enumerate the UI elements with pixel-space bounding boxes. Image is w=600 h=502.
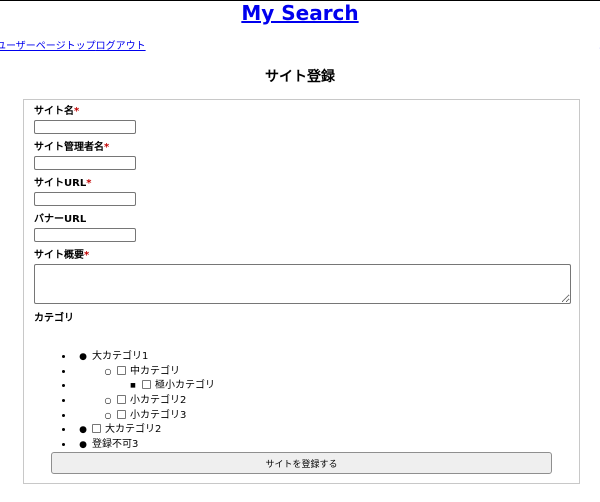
- site-title: My Search: [0, 0, 600, 26]
- site-admin-field: サイト管理者名*: [34, 142, 136, 170]
- banner-url-field: バナーURL: [34, 214, 136, 242]
- required-mark: *: [84, 250, 90, 261]
- required-mark: *: [86, 178, 92, 189]
- site-url-field: サイトURL*: [34, 178, 136, 206]
- site-title-link[interactable]: My Search: [241, 1, 358, 25]
- bullet-circle-icon: ○: [104, 366, 112, 376]
- user-top-link[interactable]: ユーザーページトップ: [0, 41, 96, 52]
- site-register-form: サイト名* サイト管理者名* サイトURL* バナーURL サイト概要* カテゴ…: [23, 99, 580, 484]
- category-tree: ●大カテゴリ1 ○中カテゴリ ■極小カテゴリ ○小カテゴリ2 ○小カテゴリ3 ●…: [34, 350, 215, 453]
- bullet-disc-icon: ●: [79, 352, 87, 362]
- bullet-disc-icon: ●: [79, 440, 87, 451]
- banner-url-input[interactable]: [34, 228, 136, 242]
- category-item: ■極小カテゴリ: [74, 379, 215, 394]
- category-checkbox[interactable]: [117, 365, 126, 375]
- banner-url-label: バナーURL: [34, 214, 87, 225]
- category-item: ○小カテゴリ2: [74, 394, 215, 409]
- category-label: カテゴリ: [34, 313, 74, 324]
- site-url-input[interactable]: [34, 192, 136, 206]
- site-admin-input[interactable]: [34, 156, 136, 170]
- required-mark: *: [104, 142, 110, 153]
- category-item: ○小カテゴリ3: [74, 409, 215, 424]
- required-mark: *: [74, 106, 80, 117]
- register-site-button[interactable]: サイトを登録する: [51, 452, 552, 474]
- category-item: ○中カテゴリ: [74, 365, 215, 380]
- site-name-field: サイト名*: [34, 106, 136, 134]
- category-item: ●大カテゴリ2: [74, 423, 215, 438]
- site-name-label: サイト名*: [34, 106, 80, 117]
- site-url-label: サイトURL*: [34, 178, 92, 189]
- site-summary-label: サイト概要*: [34, 250, 90, 261]
- category-checkbox[interactable]: [117, 395, 126, 405]
- category-checkbox[interactable]: [142, 380, 151, 390]
- nav-links: ユーザーページトップログアウト: [0, 41, 146, 53]
- site-name-input[interactable]: [34, 120, 136, 134]
- category-item: ●大カテゴリ1: [74, 350, 215, 365]
- category-checkbox[interactable]: [92, 424, 101, 434]
- bullet-circle-icon: ○: [104, 410, 112, 420]
- bullet-disc-icon: ●: [79, 425, 87, 436]
- bullet-square-icon: ■: [130, 382, 136, 390]
- bullet-circle-icon: ○: [104, 396, 112, 406]
- site-summary-textarea[interactable]: [34, 264, 571, 304]
- page-title: サイト登録: [265, 69, 335, 85]
- category-item: ●登録不可3: [74, 438, 215, 453]
- site-summary-field: サイト概要*: [34, 250, 571, 304]
- site-admin-label: サイト管理者名*: [34, 142, 110, 153]
- category-checkbox[interactable]: [117, 409, 126, 419]
- logout-link[interactable]: ログアウト: [96, 41, 146, 52]
